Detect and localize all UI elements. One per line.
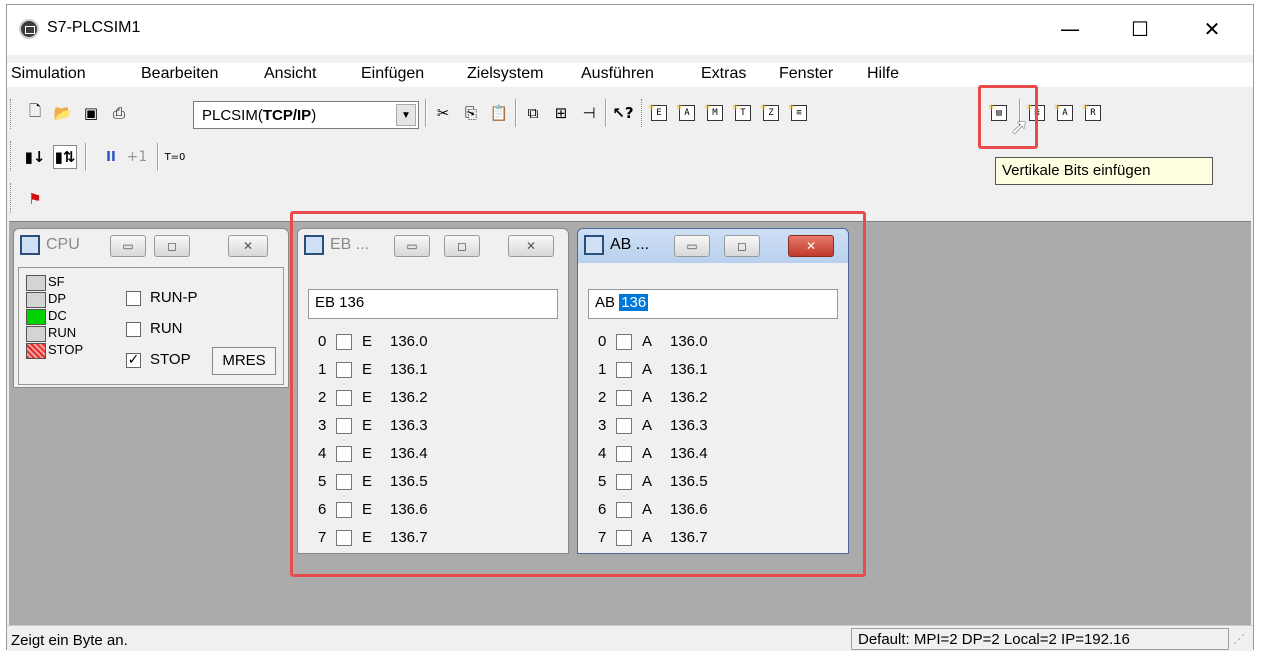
paste-icon[interactable]: 📋 [487, 101, 511, 125]
open-icon[interactable]: 📂 [51, 101, 75, 125]
led-stop-indicator [26, 343, 46, 359]
insert-register-icon[interactable]: ✳ R [1081, 101, 1105, 125]
chevron-down-icon[interactable]: ▼ [396, 104, 416, 126]
tile-icon[interactable]: ⊞ [549, 101, 573, 125]
led-sf-indicator [26, 275, 46, 291]
cut-icon[interactable]: ✂ [431, 101, 455, 125]
menu-ausfuehren[interactable]: Ausführen [581, 65, 654, 83]
main-window: S7-PLCSIM1 — ☐ ✕ Simulation Bearbeiten A… [6, 4, 1254, 651]
help-icon[interactable]: ↖? [611, 101, 635, 125]
insert-counter-icon[interactable]: ✳ Z [759, 101, 783, 125]
cascade-icon[interactable]: ⧉ [521, 101, 545, 125]
connection-select[interactable]: PLCSIM(TCP/IP) ▼ [193, 101, 419, 129]
stop-label: STOP [150, 351, 191, 368]
pause-button[interactable]: II [99, 145, 123, 169]
separator [515, 99, 517, 127]
menu-bar: Simulation Bearbeiten Ansicht Einfügen Z… [7, 63, 1253, 87]
separator [425, 99, 427, 127]
menu-ansicht[interactable]: Ansicht [264, 65, 316, 83]
insert-generic-icon[interactable]: ✳ ≡ [787, 101, 811, 125]
save-icon[interactable]: ▣ [79, 101, 103, 125]
new-icon[interactable]: 🗋 [23, 101, 47, 125]
pin-icon[interactable]: ⊣ [577, 101, 601, 125]
insert-memory-icon[interactable]: ✳ M [703, 101, 727, 125]
run-label: RUN [150, 320, 183, 337]
led-dc-indicator [26, 309, 46, 325]
insert-output-icon[interactable]: ✳ A [675, 101, 699, 125]
cpu-window-title: CPU [46, 236, 80, 253]
toolbar-grip[interactable] [10, 183, 13, 213]
run-mode-icon[interactable]: ▮↓ [23, 145, 47, 169]
resize-grip-icon[interactable]: ⋰ [1233, 632, 1249, 648]
mouse-cursor-icon: ➚ [1010, 115, 1029, 140]
connection-bold: TCP/IP [262, 107, 312, 124]
print-icon[interactable]: ⎙ [107, 101, 131, 125]
copy-icon[interactable]: ⎘ [459, 101, 483, 125]
run-p-checkbox[interactable] [126, 291, 141, 306]
cpu-icon [20, 235, 40, 255]
tooltip: Vertikale Bits einfügen [995, 157, 1213, 185]
app-icon [19, 19, 39, 39]
windows-highlight [290, 211, 866, 577]
cpu-window: CPU ▭ ◻ ✕ SF DP DC RUN STOP RUN-P RUN ✓ … [13, 228, 289, 388]
led-dp-indicator [26, 292, 46, 308]
minimize-button[interactable]: — [1047, 11, 1093, 47]
menu-einfuegen[interactable]: Einfügen [361, 65, 424, 83]
cpu-close-button[interactable]: ✕ [228, 235, 268, 257]
menu-bearbeiten[interactable]: Bearbeiten [141, 65, 218, 83]
maximize-button[interactable]: ☐ [1117, 11, 1163, 47]
run-checkbox[interactable] [126, 322, 141, 337]
connection-prefix: PLCSIM( [202, 107, 263, 124]
menu-zielsystem[interactable]: Zielsystem [467, 65, 543, 83]
toolbar-grip[interactable] [10, 141, 13, 171]
status-bar: Zeigt ein Byte an. Default: MPI=2 DP=2 L… [7, 625, 1253, 651]
cpu-maximize-button[interactable]: ◻ [154, 235, 190, 257]
reset-timers-button[interactable]: T=0 [163, 145, 187, 169]
mres-button[interactable]: MRES [212, 347, 276, 375]
status-message: Zeigt ein Byte an. [11, 632, 128, 649]
toolbar-grip[interactable] [641, 99, 643, 127]
close-button[interactable]: ✕ [1189, 11, 1235, 47]
menu-extras[interactable]: Extras [701, 65, 746, 83]
cpu-minimize-button[interactable]: ▭ [110, 235, 146, 257]
separator [157, 143, 159, 171]
toolbar-highlight [978, 85, 1038, 149]
menu-fenster[interactable]: Fenster [779, 65, 833, 83]
scan-mode-icon[interactable]: ▮⇅ [53, 145, 77, 169]
cpu-window-titlebar[interactable]: CPU ▭ ◻ ✕ [14, 229, 288, 263]
separator [605, 99, 607, 127]
insert-timer-icon[interactable]: ✳ T [731, 101, 755, 125]
menu-simulation[interactable]: Simulation [11, 65, 86, 83]
stop-checkbox[interactable]: ✓ [126, 353, 141, 368]
connection-suffix: ) [311, 107, 317, 124]
insert-input-icon[interactable]: ✳ E [647, 101, 671, 125]
status-connection-info: Default: MPI=2 DP=2 Local=2 IP=192.16 [851, 628, 1229, 650]
window-title: S7-PLCSIM1 [47, 19, 141, 36]
insert-accu-icon[interactable]: ✳ A [1053, 101, 1077, 125]
run-p-label: RUN-P [150, 289, 198, 306]
menu-hilfe[interactable]: Hilfe [867, 65, 899, 83]
toolbar-grip[interactable] [10, 99, 13, 129]
led-run-indicator [26, 326, 46, 342]
separator [85, 143, 87, 171]
record-playback-icon[interactable]: ⚑ [23, 187, 47, 211]
step-button[interactable]: +1 [125, 145, 149, 169]
title-bar: S7-PLCSIM1 — ☐ ✕ [7, 5, 1253, 55]
